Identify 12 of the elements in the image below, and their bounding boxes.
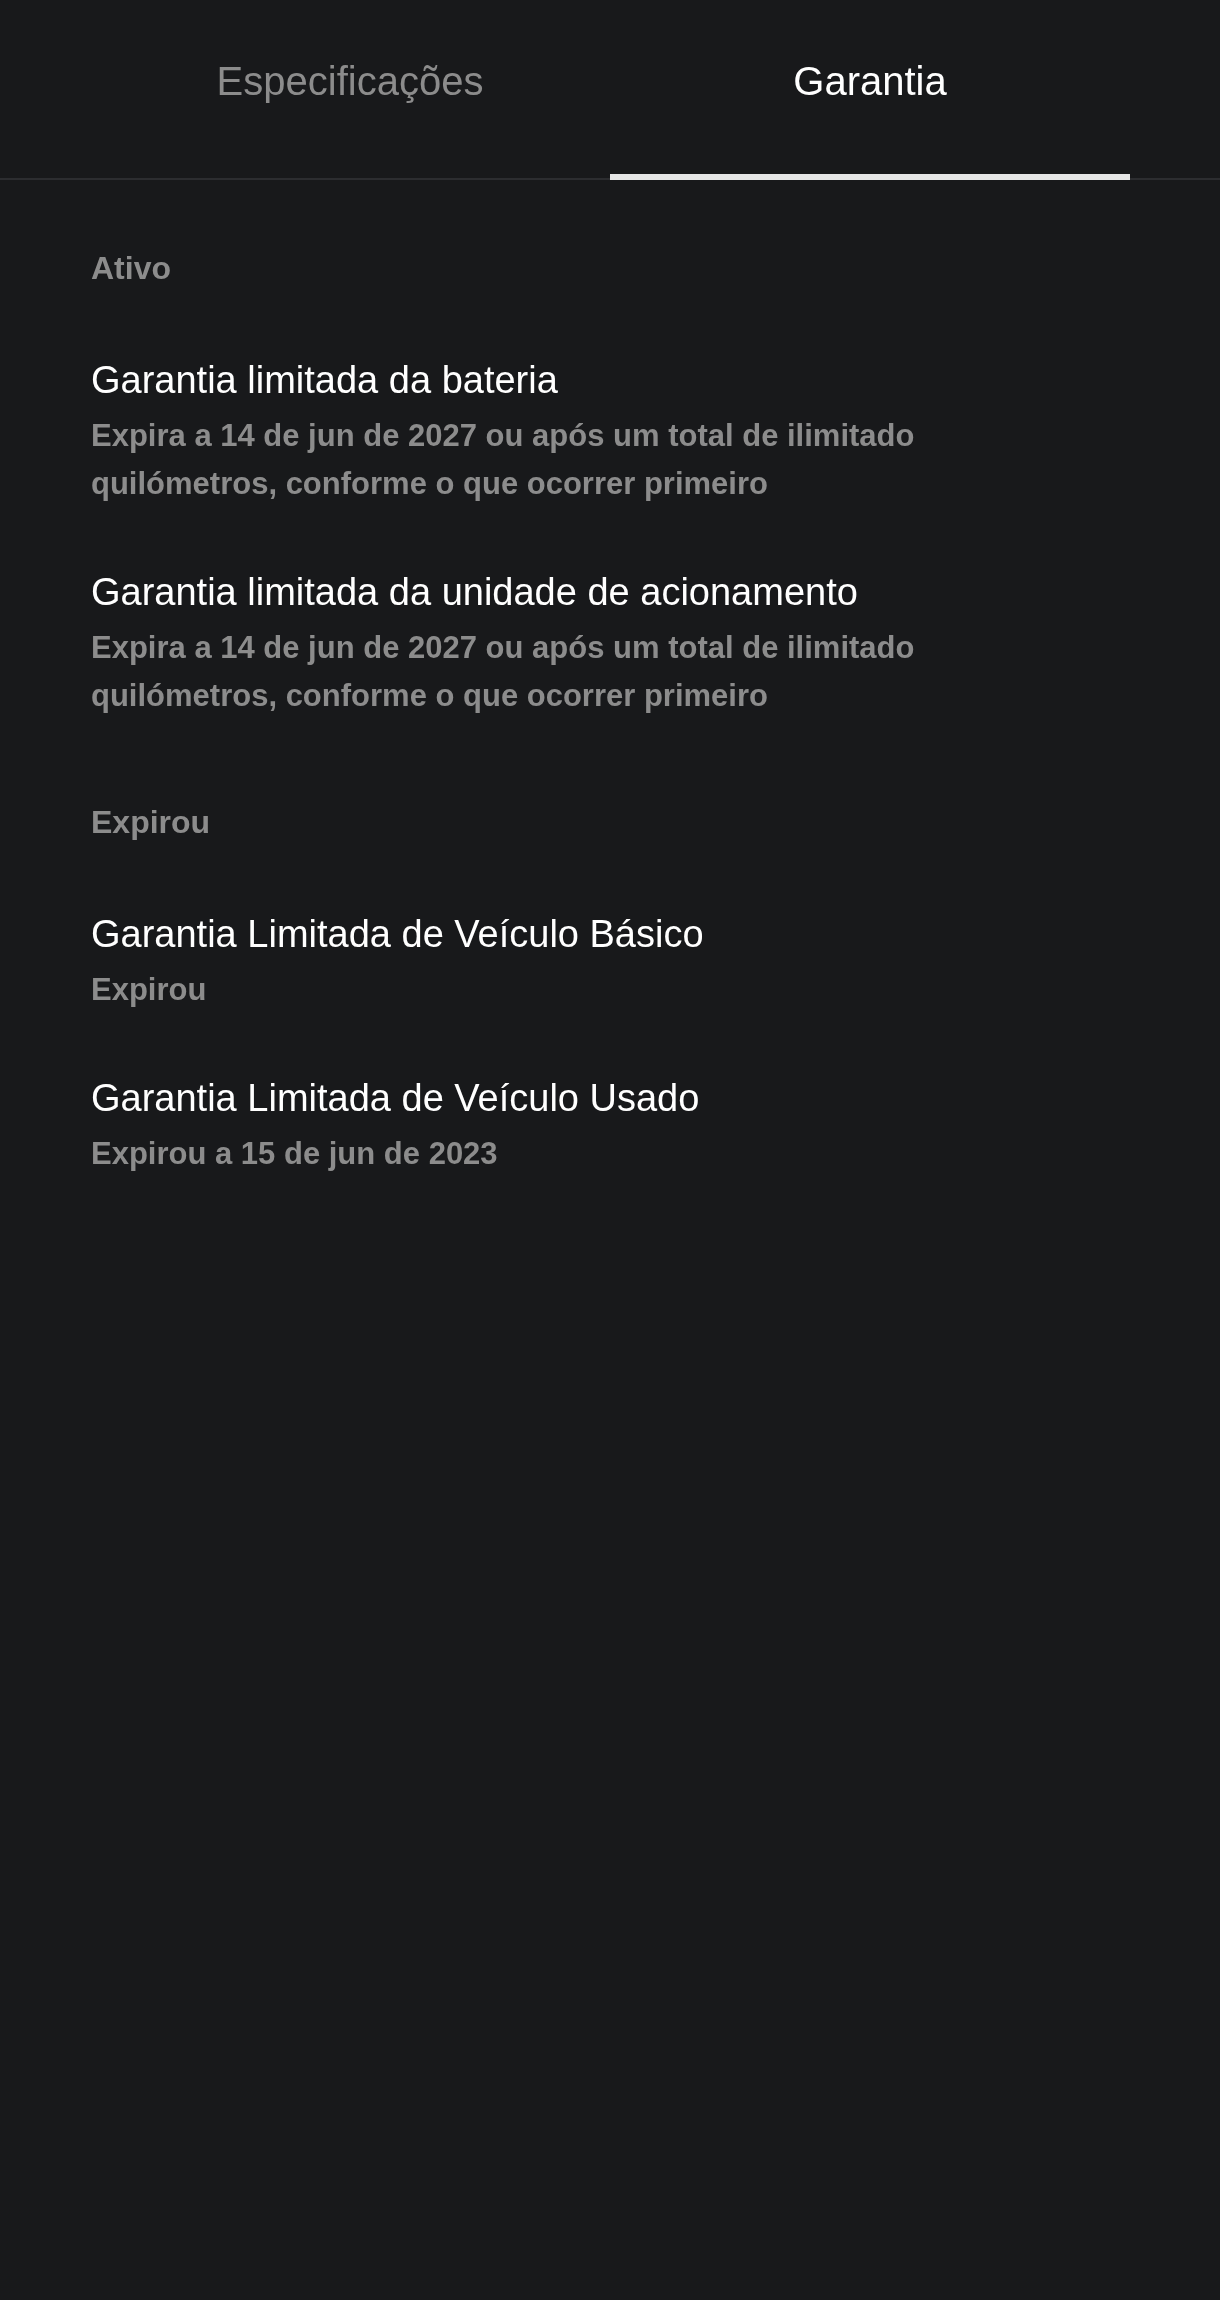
warranty-detail: Expirou a 15 de jun de 2023 <box>91 1135 499 1173</box>
tab[interactable]: Garantia <box>610 0 1130 180</box>
tab[interactable]: Especificações <box>90 0 610 180</box>
warranty-title: Garantia limitada da unidade de acionamento <box>91 570 859 615</box>
warranty-title: Garantia Limitada de Veículo Básico <box>91 912 705 957</box>
warranty-title: Garantia Limitada de Veículo Usado <box>91 1076 701 1121</box>
warranty-detail: Expirou <box>91 971 208 1009</box>
warranty-title: Garantia limitada da bateria <box>91 358 559 403</box>
section-heading: Expirou <box>91 803 212 842</box>
section-heading: Ativo <box>91 249 172 288</box>
warranty-detail: Expira a 14 de jun de 2027 ou após um total de ilimitado quilómetros, conforme o que ocorrer primeiro <box>91 629 916 715</box>
warranty-detail: Expira a 14 de jun de 2027 ou após um total de ilimitado quilómetros, conforme o que ocorrer primeiro <box>91 417 916 503</box>
